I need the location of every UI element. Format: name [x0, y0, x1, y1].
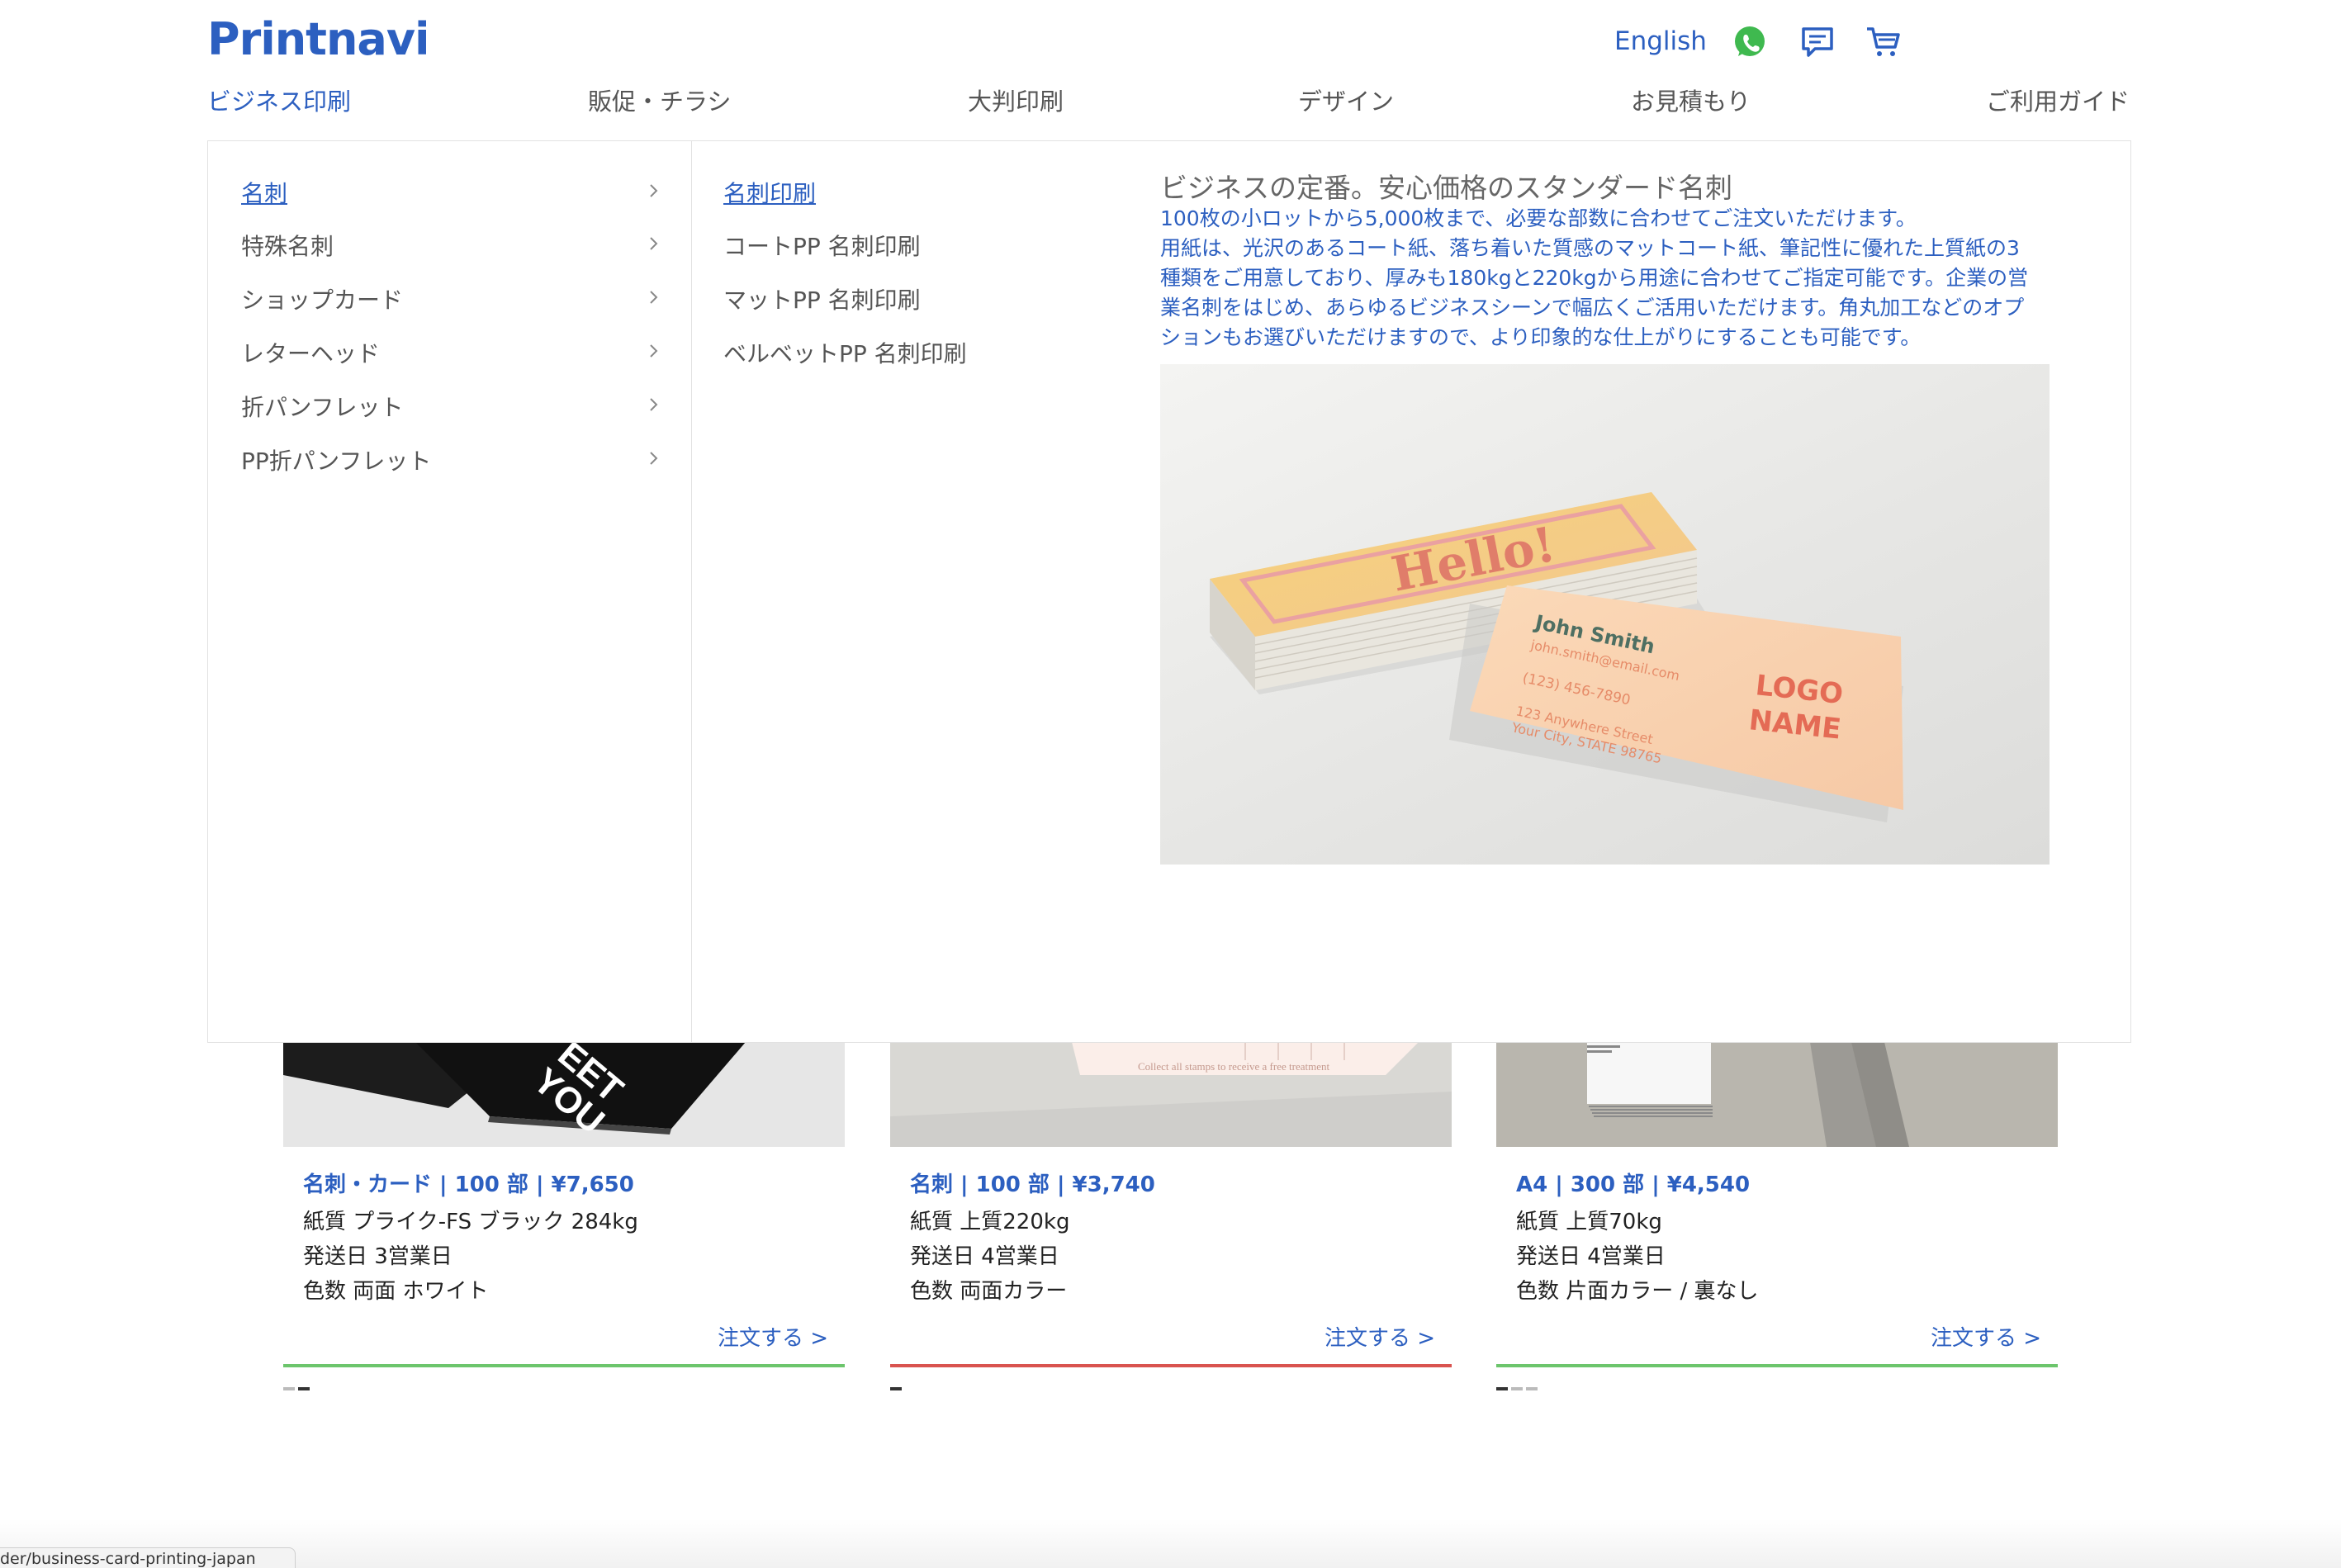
order-link[interactable]: 注文する > [1931, 1321, 2041, 1352]
category-label: 特殊名刺 [241, 233, 334, 260]
carousel-dots[interactable] [283, 1387, 310, 1390]
language-switch[interactable]: English [1614, 26, 1707, 56]
category-special-cards[interactable]: 特殊名刺 [241, 229, 662, 262]
promo-description: 100枚の小ロットから5,000枚まで、必要な部数に合わせてご注文いただけます。… [1160, 204, 2069, 353]
url-status-bar: der/business-card-printing-japan [0, 1547, 296, 1568]
product-image: Collect all stamps to receive a free tre… [890, 1042, 1452, 1147]
product-ship-date: 発送日 4営業日 [910, 1244, 1059, 1269]
cart-icon[interactable] [1865, 23, 1903, 61]
nav-quote[interactable]: お見積もり [1631, 83, 1751, 117]
carousel-dots[interactable] [890, 1387, 902, 1390]
nav-design[interactable]: デザイン [1298, 83, 1394, 117]
product-colors: 色数 両面 ホワイト [303, 1279, 489, 1304]
card-divider [283, 1364, 845, 1367]
product-colors: 色数 片面カラー / 裏なし [1516, 1279, 1759, 1304]
subitem-business-card-printing[interactable]: 名刺印刷 [723, 176, 816, 209]
category-label: 折パンフレット [241, 394, 404, 421]
product-ship-date: 発送日 4営業日 [1516, 1244, 1666, 1269]
product-paper: 紙質 上質220kg [910, 1210, 1070, 1234]
product-ship-date: 発送日 3営業日 [303, 1244, 453, 1269]
nav-large-format[interactable]: 大判印刷 [968, 83, 1064, 117]
product-paper: 紙質 上質70kg [1516, 1210, 1662, 1234]
promo-desc-line: 100枚の小ロットから5,000枚まで、必要な部数に合わせてご注文いただけます。 [1160, 206, 1917, 230]
nav-promotion-flyers[interactable]: 販促・チラシ [588, 83, 731, 117]
category-label: ショップカード [241, 287, 404, 314]
card-image-text: Collect all stamps to receive a free tre… [1138, 1060, 1329, 1073]
promo-image[interactable]: Hello! John Smith john.smith@email.com (… [1160, 364, 2050, 865]
category-label: 名刺 [241, 180, 288, 207]
whatsapp-icon[interactable] [1731, 23, 1769, 61]
card-divider [890, 1364, 1452, 1367]
order-link[interactable]: 注文する > [718, 1321, 828, 1352]
category-column: 名刺 特殊名刺 ショップカード レターヘッド 折パンフレット PP折パンフレット [208, 141, 692, 1042]
nav-business-printing[interactable]: ビジネス印刷 [207, 83, 351, 117]
category-label: PP折パンフレット [241, 448, 432, 475]
chevron-right-icon [650, 344, 658, 358]
category-business-cards[interactable]: 名刺 [241, 176, 662, 209]
chevron-right-icon [650, 184, 658, 197]
chevron-right-icon [650, 398, 658, 411]
product-colors: 色数 両面カラー [910, 1279, 1068, 1304]
printnavi-logo[interactable]: Printnavi [207, 13, 430, 65]
product-headline: 名刺 | 100 部 | ¥3,740 [910, 1172, 1155, 1197]
category-shop-cards[interactable]: ショップカード [241, 282, 662, 315]
page-bottom [0, 1519, 2341, 1568]
promo-desc-line: 用紙は、光沢のあるコート紙、落ち着いた質感のマットコート紙、筆記性に優れた上質紙… [1160, 236, 2020, 260]
subitem-velvet-pp[interactable]: ベルベットPP 名刺印刷 [723, 336, 967, 369]
mega-menu: 名刺 特殊名刺 ショップカード レターヘッド 折パンフレット PP折パンフレット… [207, 140, 2131, 1043]
product-image [1496, 1042, 2058, 1147]
chevron-right-icon [650, 291, 658, 304]
chevron-right-icon [650, 237, 658, 250]
product-paper: 紙質 プライク-FS ブラック 284kg [303, 1210, 638, 1234]
category-letterhead[interactable]: レターヘッド [241, 336, 662, 369]
promo-desc-line: 業名刺をはじめ、あらゆるビジネスシーンで幅広くご活用いただけます。角丸加工などの… [1160, 296, 2025, 320]
category-pp-folded-pamphlet[interactable]: PP折パンフレット [241, 443, 662, 476]
product-headline: A4 | 300 部 | ¥4,540 [1516, 1172, 1751, 1197]
product-image: EET YOU [283, 1042, 845, 1147]
order-link[interactable]: 注文する > [1325, 1321, 1435, 1352]
card-divider [1496, 1364, 2058, 1367]
chevron-right-icon [650, 452, 658, 465]
category-folded-pamphlet[interactable]: 折パンフレット [241, 390, 662, 423]
chat-icon[interactable] [1798, 23, 1836, 61]
nav-user-guide[interactable]: ご利用ガイド [1986, 83, 2130, 117]
subitem-coat-pp[interactable]: コートPP 名刺印刷 [723, 229, 921, 262]
product-headline: 名刺・カード | 100 部 | ¥7,650 [303, 1172, 634, 1197]
promo-desc-line: 種類をご用意しており、厚みも180kgと220kgから用途に合わせてご指定可能で… [1160, 266, 2029, 290]
category-label: レターヘッド [241, 340, 381, 367]
carousel-dots[interactable] [1496, 1387, 1538, 1390]
promo-desc-line: ションもお選びいただけますので、より印象的な仕上がりにすることも可能です。 [1160, 325, 1922, 349]
subitem-matte-pp[interactable]: マットPP 名刺印刷 [723, 282, 921, 315]
promo-title: ビジネスの定番。安心価格のスタンダード名刺 [1160, 172, 1732, 204]
